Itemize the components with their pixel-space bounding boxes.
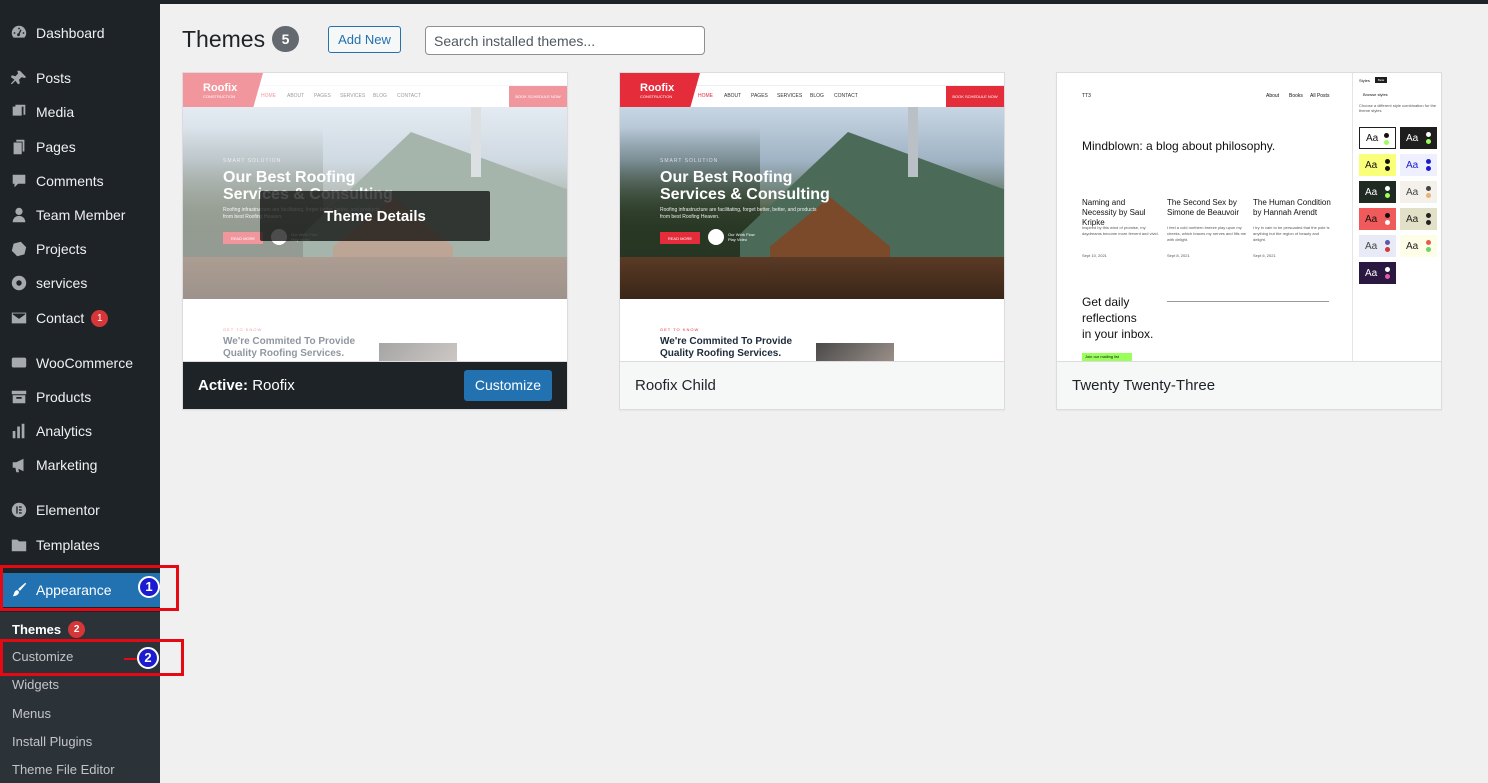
sidebar-item-posts[interactable]: Posts bbox=[0, 61, 160, 95]
sidebar-item-analytics[interactable]: Analytics bbox=[0, 414, 160, 448]
submenu-item-menus[interactable]: Menus bbox=[12, 706, 51, 721]
style-swatch: Aa bbox=[1359, 235, 1396, 257]
sidebar-item-pages[interactable]: Pages bbox=[0, 130, 160, 164]
user-icon bbox=[9, 205, 29, 225]
submenu-item-install-plugins[interactable]: Install Plugins bbox=[12, 734, 92, 749]
play-icon bbox=[708, 229, 724, 245]
preview-menu-item: CONTACT bbox=[834, 93, 858, 99]
preview-newsletter: Get daily reflections in your inbox. bbox=[1082, 295, 1154, 341]
step-badge-1: 1 bbox=[138, 576, 160, 598]
sidebar-item-media[interactable]: Media bbox=[0, 95, 160, 129]
theme-name: Twenty Twenty-Three bbox=[1072, 377, 1216, 394]
preview-headline: Mindblown: a blog about philosophy. bbox=[1082, 139, 1276, 153]
mail-icon bbox=[9, 308, 29, 328]
sidebar-item-services[interactable]: services bbox=[0, 266, 160, 300]
theme-footer: Twenty Twenty-Three bbox=[1057, 361, 1441, 409]
sidebar-item-dashboard[interactable]: Dashboard bbox=[0, 16, 160, 50]
style-swatch: Aa bbox=[1400, 154, 1437, 176]
preview-logo: TT3 bbox=[1082, 93, 1091, 99]
theme-screenshot: RoofixCONSTRUCTION HOME ABOUT PAGES SERV… bbox=[620, 73, 1004, 361]
style-swatch: Aa bbox=[1359, 127, 1396, 149]
pin-icon bbox=[9, 68, 29, 88]
preview-menu-item: BLOG bbox=[810, 93, 824, 99]
preview-menu-item: SERVICES bbox=[777, 93, 803, 99]
theme-name: Roofix bbox=[252, 377, 295, 394]
theme-card-roofix-child[interactable]: Roofix CONSTRUCTION HOME ABOUT PAGES SERV… bbox=[619, 72, 1005, 410]
sidebar-item-team-member[interactable]: Team Member bbox=[0, 198, 160, 232]
style-swatch: Aa bbox=[1359, 181, 1396, 203]
preview-cta: BOOK SCHEDULE NOW bbox=[946, 86, 1004, 107]
preview-post-title: Naming and Necessity by Saul Kripke bbox=[1082, 198, 1146, 227]
theme-card-twenty-twenty-three[interactable]: TT3 About Books All Posts Mindblown: a b… bbox=[1056, 72, 1442, 410]
folder-icon bbox=[9, 535, 29, 555]
style-swatch: Aa bbox=[1359, 208, 1396, 230]
style-swatch: Aa bbox=[1400, 208, 1437, 230]
elementor-icon bbox=[9, 500, 29, 520]
update-badge: 2 bbox=[68, 621, 86, 638]
theme-card-roofix[interactable]: RoofixCONSTRUCTION HOME ABOUT PAGES SERV… bbox=[182, 72, 568, 410]
search-installed-themes-input[interactable] bbox=[425, 26, 705, 55]
submenu-item-widgets[interactable]: Widgets bbox=[12, 677, 59, 692]
style-swatch: Aa bbox=[1359, 154, 1396, 176]
preview-hero: SMART SOLUTION Our Best RoofingServices … bbox=[620, 107, 1004, 299]
sidebar-item-templates[interactable]: Templates bbox=[0, 528, 160, 562]
theme-footer: Roofix Child bbox=[620, 361, 1004, 409]
page-title: Themes bbox=[182, 26, 266, 52]
style-swatch: Aa bbox=[1400, 181, 1437, 203]
step-badge-2: 2 bbox=[137, 647, 159, 669]
appearance-submenu: Themes 2 Customize Widgets Menus Install… bbox=[0, 612, 160, 783]
bar-chart-icon bbox=[9, 421, 29, 441]
preview-menu-item: HOME bbox=[698, 93, 713, 99]
theme-screenshot: RoofixCONSTRUCTION HOME ABOUT PAGES SERV… bbox=[183, 73, 567, 361]
style-swatch: Aa bbox=[1359, 262, 1396, 284]
woo-icon bbox=[9, 353, 29, 373]
pages-icon bbox=[9, 137, 29, 157]
comments-icon bbox=[9, 171, 29, 191]
submenu-item-themes[interactable]: Themes 2 bbox=[12, 621, 86, 638]
roofix-logo: RoofixCONSTRUCTION bbox=[620, 73, 700, 107]
preview-menu-item: ABOUT bbox=[724, 93, 742, 99]
theme-name: Roofix Child bbox=[635, 377, 716, 394]
theme-count-badge: 5 bbox=[272, 26, 299, 52]
preview-post-title: The Second Sex by Simone de Beauvoir bbox=[1167, 198, 1240, 217]
preview-menu-item: PAGES bbox=[751, 93, 768, 99]
admin-bar bbox=[160, 0, 1488, 4]
sidebar-item-contact[interactable]: Contact 1 bbox=[0, 301, 160, 335]
add-new-button[interactable]: Add New bbox=[328, 26, 401, 53]
dashboard-icon bbox=[9, 23, 29, 43]
sidebar-item-woocommerce[interactable]: WooCommerce bbox=[0, 346, 160, 380]
sidebar-item-products[interactable]: Products bbox=[0, 380, 160, 414]
style-swatch: Aa bbox=[1400, 235, 1437, 257]
megaphone-icon bbox=[9, 455, 29, 475]
callout-pointer bbox=[124, 658, 138, 660]
style-swatch: Aa bbox=[1400, 127, 1437, 149]
theme-details-button[interactable]: Theme Details bbox=[260, 191, 490, 241]
notification-badge: 1 bbox=[91, 309, 109, 327]
gear-icon bbox=[9, 273, 29, 293]
portfolio-icon bbox=[9, 239, 29, 259]
preview-headline: Our Best RoofingServices & Consulting bbox=[660, 169, 830, 203]
archive-icon bbox=[9, 387, 29, 407]
customize-button[interactable]: Customize bbox=[463, 370, 552, 401]
media-icon bbox=[9, 102, 29, 122]
sidebar-item-marketing[interactable]: Marketing bbox=[0, 448, 160, 482]
submenu-item-theme-file-editor[interactable]: Theme File Editor bbox=[12, 762, 115, 777]
styles-panel: Styles Beta Browse styles Choose a diffe… bbox=[1352, 73, 1441, 361]
preview-post-title: The Human Condition by Hannah Arendt bbox=[1253, 198, 1331, 217]
sidebar-item-comments[interactable]: Comments bbox=[0, 164, 160, 198]
theme-screenshot: TT3 About Books All Posts Mindblown: a b… bbox=[1057, 73, 1441, 361]
theme-footer: Active: Roofix Customize bbox=[183, 361, 567, 409]
sidebar-item-elementor[interactable]: Elementor bbox=[0, 493, 160, 527]
sidebar-item-projects[interactable]: Projects bbox=[0, 232, 160, 266]
